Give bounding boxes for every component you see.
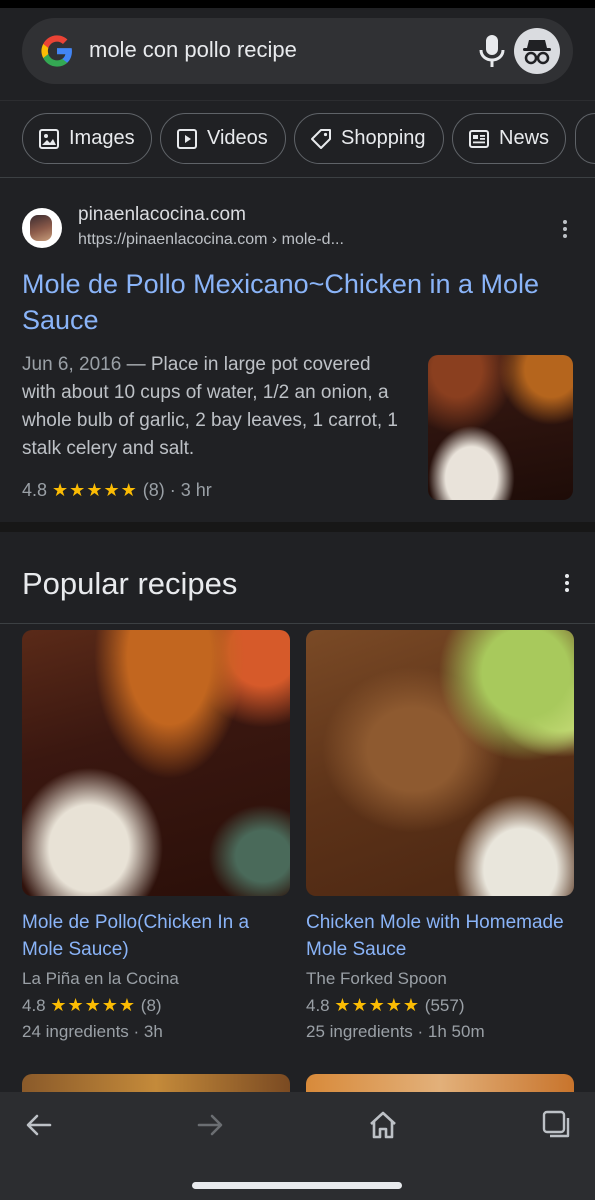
chip-more[interactable] — [575, 113, 595, 164]
popular-more-options-icon[interactable] — [557, 574, 577, 598]
result-cook-time: · 3 hr — [169, 480, 212, 500]
status-bar — [0, 0, 595, 8]
chip-images[interactable]: Images — [22, 113, 152, 164]
popular-divider — [0, 623, 595, 624]
result-url[interactable]: https://pinaenlacocina.com › mole-d... — [78, 231, 344, 249]
result-site-name[interactable]: pinaenlacocina.com — [78, 204, 246, 226]
chip-shopping[interactable]: Shopping — [294, 113, 444, 164]
recipe-card-rating: 4.8 ★★★★★ (557) — [306, 992, 574, 1019]
result-rating: 4.8 ★★★★★ (8) · 3 hr — [22, 480, 212, 501]
search-bar[interactable]: mole con pollo recipe — [22, 18, 573, 84]
newspaper-icon — [469, 129, 489, 148]
recipe-review-count: (8) — [140, 996, 162, 1015]
search-results-page: mole con pollo recipe Images Videos Shop… — [0, 0, 595, 1200]
filter-chip-row: Images Videos Shopping News — [0, 100, 595, 178]
search-query-text[interactable]: mole con pollo recipe — [89, 37, 297, 63]
video-icon — [177, 128, 197, 149]
section-divider — [0, 522, 595, 532]
recipe-rating-value: 4.8 — [22, 996, 46, 1015]
star-rating-icon: ★★★★★ — [52, 480, 138, 500]
incognito-button[interactable] — [514, 28, 560, 74]
result-snippet: Jun 6, 2016 — Place in large pot covered… — [22, 351, 407, 463]
image-icon — [39, 128, 59, 149]
result-title-link[interactable]: Mole de Pollo Mexicano~Chicken in a Mole… — [22, 266, 562, 338]
home-indicator-bar[interactable] — [192, 1182, 402, 1189]
chip-shopping-label: Shopping — [341, 127, 426, 149]
popular-recipes-heading: Popular recipes — [22, 566, 238, 601]
star-rating-icon: ★★★★★ — [50, 995, 137, 1015]
result-more-options-icon[interactable] — [555, 220, 575, 244]
recipe-rating-value: 4.8 — [306, 996, 330, 1015]
chip-news-label: News — [499, 127, 550, 149]
chip-images-label: Images — [69, 127, 135, 149]
recipe-card-image[interactable] — [22, 630, 290, 896]
recipe-review-count: (557) — [424, 996, 465, 1015]
site-favicon — [22, 208, 62, 248]
star-rating-icon: ★★★★★ — [334, 995, 421, 1015]
search-result: pinaenlacocina.com https://pinaenlacocin… — [0, 180, 595, 522]
back-arrow-icon[interactable] — [22, 1108, 56, 1142]
result-date: Jun 6, 2016 — [22, 354, 122, 375]
tabs-switcher-icon[interactable] — [540, 1108, 574, 1142]
chip-news[interactable]: News — [452, 113, 566, 164]
incognito-icon — [523, 40, 551, 65]
recipe-card-title[interactable]: Mole de Pollo(Chicken In a Mole Sauce) — [22, 909, 290, 963]
recipe-card-source: The Forked Spoon — [306, 969, 447, 988]
chip-videos-label: Videos — [207, 127, 268, 149]
recipe-card[interactable]: Chicken Mole with Homemade Mole Sauce Th… — [306, 630, 574, 1045]
forward-arrow-icon[interactable] — [193, 1108, 227, 1142]
recipe-card-meta: 24 ingredients · 3h — [22, 1022, 163, 1041]
recipe-card-meta: 25 ingredients · 1h 50m — [306, 1022, 485, 1041]
result-thumbnail-image[interactable] — [428, 355, 573, 500]
recipe-card-image[interactable] — [306, 630, 574, 896]
microphone-icon[interactable] — [476, 33, 508, 69]
result-rating-value: 4.8 — [22, 480, 48, 500]
recipe-card-source: La Piña en la Cocina — [22, 969, 179, 988]
recipe-card-title[interactable]: Chicken Mole with Homemade Mole Sauce — [306, 909, 574, 963]
recipe-card-rating: 4.8 ★★★★★ (8) — [22, 992, 290, 1019]
chip-videos[interactable]: Videos — [160, 113, 286, 164]
result-review-count: (8) — [142, 480, 165, 500]
google-logo-icon — [41, 35, 72, 67]
recipe-card[interactable]: Mole de Pollo(Chicken In a Mole Sauce) L… — [22, 630, 290, 1045]
home-icon[interactable] — [366, 1108, 400, 1142]
tag-icon — [311, 128, 331, 149]
